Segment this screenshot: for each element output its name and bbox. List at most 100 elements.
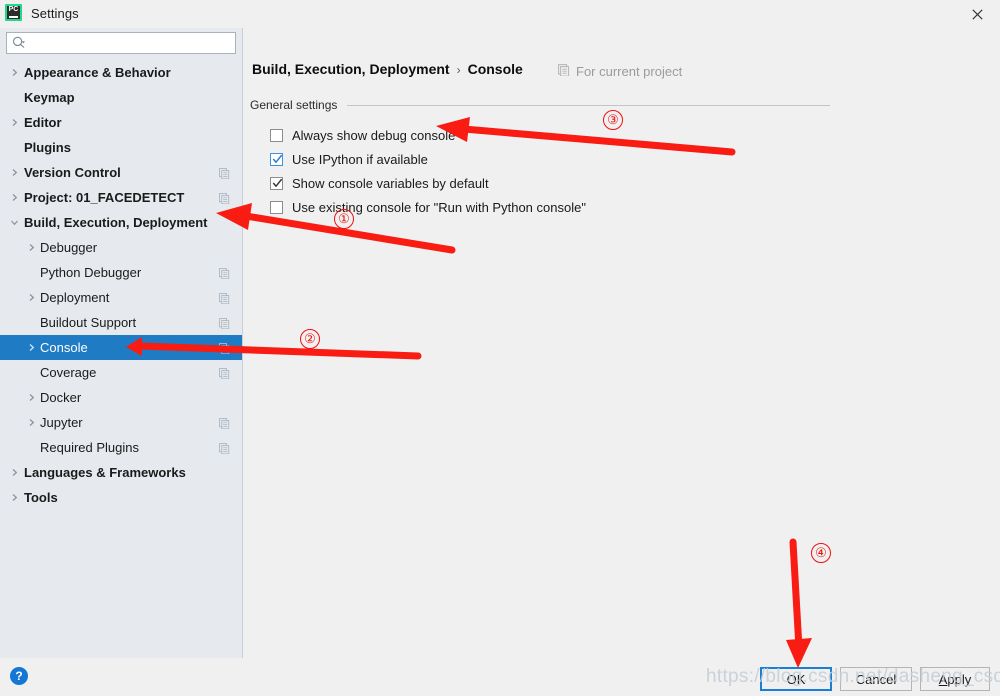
sidebar-item-label: Languages & Frameworks — [24, 465, 186, 480]
chevron-right-icon[interactable] — [27, 393, 36, 402]
sidebar-item-coverage[interactable]: Coverage — [0, 360, 242, 385]
chevron-right-icon[interactable] — [27, 343, 36, 352]
sidebar-item-version-control[interactable]: Version Control — [0, 160, 242, 185]
project-scope-icon — [219, 442, 230, 455]
sidebar-item-label: Tools — [24, 490, 58, 505]
chevron-right-icon[interactable] — [10, 168, 19, 177]
apply-mnemonic: A — [938, 671, 948, 687]
checkbox[interactable] — [270, 176, 283, 190]
pycharm-icon-label: PC — [8, 6, 19, 13]
chevron-right-icon[interactable] — [10, 468, 19, 477]
general-settings-header: General settings — [250, 98, 830, 112]
sidebar-item-deployment[interactable]: Deployment — [0, 285, 242, 310]
sidebar-item-python-debugger[interactable]: Python Debugger — [0, 260, 242, 285]
option-row[interactable]: Show console variables by default — [270, 171, 870, 195]
project-scope-icon — [219, 292, 230, 305]
annotation-marker-3: ③ — [603, 110, 623, 130]
sidebar-item-label: Keymap — [24, 90, 75, 105]
sidebar-item-appearance-behavior[interactable]: Appearance & Behavior — [0, 60, 242, 85]
sidebar-item-label: Console — [40, 340, 88, 355]
annotation-marker-4: ④ — [811, 543, 831, 563]
checkbox[interactable] — [270, 128, 283, 142]
sidebar-item-label: Python Debugger — [40, 265, 142, 280]
sidebar-item-docker[interactable]: Docker — [0, 385, 242, 410]
chevron-right-icon[interactable] — [27, 293, 36, 302]
help-icon[interactable]: ? — [10, 667, 28, 685]
for-current-project-text: For current project — [576, 64, 683, 79]
breadcrumb-parent[interactable]: Build, Execution, Deployment — [252, 61, 450, 77]
close-glyph — [971, 8, 983, 20]
option-label: Show console variables by default — [292, 175, 489, 191]
chevron-right-icon[interactable] — [10, 68, 19, 77]
checkbox[interactable] — [270, 200, 283, 214]
sidebar-item-plugins[interactable]: Plugins — [0, 135, 242, 160]
sidebar-item-label: Appearance & Behavior — [24, 65, 171, 80]
sidebar-item-label: Buildout Support — [40, 315, 137, 330]
option-row[interactable]: Use IPython if available — [270, 147, 870, 171]
chevron-right-icon[interactable] — [10, 193, 19, 202]
chevron-down-icon[interactable] — [10, 218, 19, 227]
pycharm-icon-bar — [9, 16, 18, 18]
project-scope-icon — [219, 267, 230, 280]
general-settings-title: General settings — [250, 98, 338, 112]
apply-rest: pply — [947, 671, 972, 687]
close-icon[interactable] — [954, 0, 1000, 28]
sidebar-item-label: Version Control — [24, 165, 121, 180]
annotation-marker-1: ① — [334, 209, 354, 229]
ok-button[interactable]: OK — [760, 667, 832, 691]
checkmark-icon — [272, 154, 283, 163]
option-label: Use IPython if available — [292, 151, 428, 167]
chevron-right-icon[interactable] — [27, 243, 36, 252]
option-row[interactable]: Always show debug console — [270, 123, 870, 147]
option-row[interactable]: Use existing console for "Run with Pytho… — [270, 195, 870, 219]
window-title: Settings — [31, 6, 79, 21]
chevron-right-icon[interactable] — [10, 118, 19, 127]
sidebar-item-project-01-facedetect[interactable]: Project: 01_FACEDETECT — [0, 185, 242, 210]
sidebar-item-tools[interactable]: Tools — [0, 485, 242, 510]
search-input[interactable] — [6, 32, 236, 54]
for-current-project-label: For current project — [558, 64, 682, 79]
project-scope-icon — [219, 192, 230, 205]
project-scope-icon — [219, 417, 230, 430]
sidebar-item-label: Plugins — [24, 140, 71, 155]
apply-button[interactable]: Apply — [920, 667, 990, 691]
search-field[interactable] — [6, 32, 236, 54]
chevron-right-icon[interactable] — [27, 418, 36, 427]
project-scope-icon — [219, 342, 230, 355]
sidebar-item-keymap[interactable]: Keymap — [0, 85, 242, 110]
cancel-button[interactable]: Cancel — [840, 667, 912, 691]
sidebar-item-jupyter[interactable]: Jupyter — [0, 410, 242, 435]
project-scope-icon — [219, 367, 230, 380]
sidebar-item-editor[interactable]: Editor — [0, 110, 242, 135]
sidebar-item-languages-frameworks[interactable]: Languages & Frameworks — [0, 460, 242, 485]
pycharm-icon: PC — [5, 4, 22, 21]
sidebar-item-label: Project: 01_FACEDETECT — [24, 190, 185, 205]
breadcrumb-separator: › — [456, 63, 461, 77]
sidebar-item-required-plugins[interactable]: Required Plugins — [0, 435, 242, 460]
sidebar-item-console[interactable]: Console — [0, 335, 242, 360]
settings-tree: Appearance & Behavior Keymap Editor Plugins… — [0, 60, 242, 656]
sidebar-item-build-execution-deployment[interactable]: Build, Execution, Deployment — [0, 210, 242, 235]
project-scope-icon — [219, 167, 230, 180]
checkbox[interactable] — [270, 152, 283, 166]
sidebar-item-label: Docker — [40, 390, 82, 405]
checkmark-icon — [272, 178, 283, 187]
chevron-right-icon[interactable] — [10, 493, 19, 502]
sidebar-item-label: Build, Execution, Deployment — [24, 215, 208, 230]
option-label: Always show debug console — [292, 127, 456, 143]
project-scope-icon — [219, 317, 230, 330]
sidebar-item-label: Editor — [24, 115, 62, 130]
settings-dialog: PC Settings Appearance & Behavior Keymap E… — [0, 0, 1000, 696]
sidebar-item-debugger[interactable]: Debugger — [0, 235, 242, 260]
sidebar-item-label: Debugger — [40, 240, 98, 255]
breadcrumb: Build, Execution, Deployment › Console — [252, 61, 523, 77]
title-bar: PC Settings — [0, 0, 1000, 28]
project-scope-icon — [558, 64, 570, 79]
settings-sidebar: Appearance & Behavior Keymap Editor Plugins… — [0, 28, 243, 658]
sidebar-item-buildout-support[interactable]: Buildout Support — [0, 310, 242, 335]
breadcrumb-current: Console — [467, 61, 523, 77]
annotation-marker-2: ② — [300, 329, 320, 349]
section-divider — [347, 104, 830, 106]
sidebar-item-label: Required Plugins — [40, 440, 140, 455]
sidebar-item-label: Coverage — [40, 365, 97, 380]
